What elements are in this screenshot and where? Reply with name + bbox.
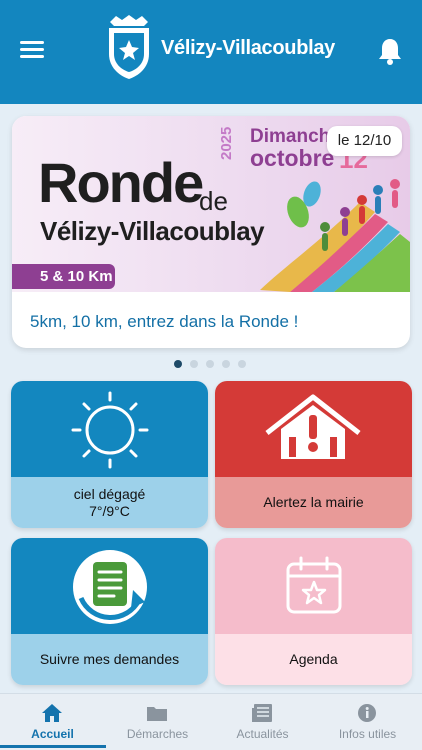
- weather-tile-icon-area: [11, 381, 208, 477]
- bell-icon[interactable]: [377, 37, 403, 65]
- tab-accueil[interactable]: Accueil: [0, 694, 105, 750]
- demandes-tile-icon-area: [11, 538, 208, 634]
- weather-condition: ciel dégagé: [73, 486, 146, 503]
- banner-month: octobre: [250, 145, 335, 171]
- carousel-dot[interactable]: [206, 360, 214, 368]
- sun-icon: [71, 391, 149, 469]
- tab-label: Actualités: [236, 727, 289, 741]
- tab-demarches[interactable]: Démarches: [105, 694, 210, 750]
- carousel-pagination: [174, 360, 246, 368]
- alert-mairie-tile[interactable]: Alertez la mairie: [215, 381, 412, 528]
- banner-year: 2025: [218, 126, 235, 160]
- tab-actualites[interactable]: Actualités: [210, 694, 315, 750]
- carousel-dot[interactable]: [238, 360, 246, 368]
- news-carousel-card[interactable]: 2025 Dimanche octobre 12 Ronde de Vélizy…: [12, 116, 410, 348]
- weather-label: ciel dégagé 7°/9°C: [11, 477, 208, 528]
- weather-tile[interactable]: ciel dégagé 7°/9°C: [11, 381, 208, 528]
- calendar-star-icon: [286, 556, 342, 614]
- agenda-tile[interactable]: Agenda: [215, 538, 412, 685]
- tab-infos-utiles[interactable]: Infos utiles: [315, 694, 420, 750]
- event-date-badge: le 12/10: [327, 126, 402, 156]
- runners-illustration: [260, 179, 410, 292]
- folder-icon: [147, 707, 167, 721]
- active-tab-indicator: [0, 745, 106, 748]
- banner-distances: 5 & 10 Km: [12, 264, 115, 289]
- bottom-tab-bar: Accueil Démarches Actualités Infos utile…: [0, 693, 422, 750]
- weather-temperature: 7°/9°C: [89, 502, 130, 519]
- agenda-tile-icon-area: [215, 538, 412, 634]
- tab-label: Infos utiles: [338, 727, 397, 741]
- agenda-label: Agenda: [215, 634, 412, 685]
- home-icon: [42, 704, 62, 722]
- app-header: Vélizy-Villacoublay: [0, 0, 422, 104]
- banner-title: Ronde: [38, 151, 204, 214]
- hamburger-menu-icon[interactable]: [20, 41, 44, 61]
- info-icon: [358, 704, 376, 722]
- tab-label: Accueil: [31, 727, 74, 741]
- document-refresh-icon: [73, 550, 147, 624]
- city-crest-logo: [109, 15, 149, 79]
- banner-city: Vélizy-Villacoublay: [40, 216, 265, 246]
- alert-building-icon: [265, 394, 361, 459]
- suivre-demandes-label: Suivre mes demandes: [11, 634, 208, 685]
- news-caption[interactable]: 5km, 10 km, entrez dans la Ronde !: [30, 312, 298, 332]
- tab-label: Démarches: [126, 727, 189, 741]
- carousel-dot[interactable]: [222, 360, 230, 368]
- suivre-demandes-tile[interactable]: Suivre mes demandes: [11, 538, 208, 685]
- carousel-dot[interactable]: [174, 360, 182, 368]
- newspaper-icon: [252, 704, 272, 722]
- banner-title-de: de: [199, 186, 228, 216]
- alert-mairie-label: Alertez la mairie: [215, 477, 412, 528]
- alert-tile-icon-area: [215, 381, 412, 477]
- carousel-dot[interactable]: [190, 360, 198, 368]
- app-title: Vélizy-Villacoublay: [161, 37, 336, 59]
